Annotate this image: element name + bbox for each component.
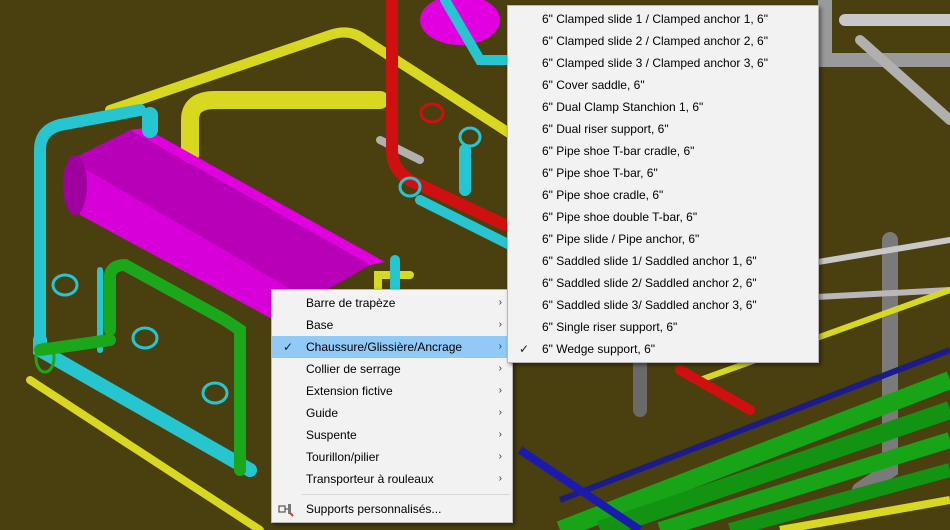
submenu-item[interactable]: 6" Pipe shoe T-bar cradle, 6"	[508, 140, 818, 162]
menu-item-tourillon-pilier[interactable]: Tourillon/pilier ›	[272, 446, 512, 468]
submenu-item-label: 6" Pipe shoe cradle, 6"	[542, 188, 664, 202]
support-type-context-menu: Barre de trapèze › Base › ✓ Chaussure/Gliss…	[271, 289, 513, 523]
submenu-item[interactable]: 6" Pipe shoe cradle, 6"	[508, 184, 818, 206]
menu-item-label: Guide	[306, 406, 339, 420]
menu-item-transporteur-a-rouleaux[interactable]: Transporteur à rouleaux ›	[272, 468, 512, 490]
menu-item-label: Chaussure/Glissière/Ancrage	[306, 340, 463, 354]
menu-item-label: Supports personnalisés...	[306, 502, 442, 516]
menu-item-chaussure-glissiere-ancrage[interactable]: ✓ Chaussure/Glissière/Ancrage ›	[272, 336, 512, 358]
submenu-item[interactable]: 6" Cover saddle, 6"	[508, 74, 818, 96]
menu-item-supports-personnalises[interactable]: Supports personnalisés...	[272, 498, 512, 520]
submenu-item[interactable]: 6" Dual Clamp Stanchion 1, 6"	[508, 96, 818, 118]
menu-separator	[302, 494, 510, 495]
chevron-right-icon: ›	[498, 429, 502, 440]
submenu-item[interactable]: 6" Clamped slide 2 / Clamped anchor 2, 6…	[508, 30, 818, 52]
submenu-item[interactable]: 6" Saddled slide 1/ Saddled anchor 1, 6"	[508, 250, 818, 272]
chevron-right-icon: ›	[498, 385, 502, 396]
menu-item-base[interactable]: Base ›	[272, 314, 512, 336]
submenu-item[interactable]: 6" Saddled slide 3/ Saddled anchor 3, 6"	[508, 294, 818, 316]
menu-item-collier-de-serrage[interactable]: Collier de serrage ›	[272, 358, 512, 380]
submenu-item-label: 6" Dual Clamp Stanchion 1, 6"	[542, 100, 704, 114]
submenu-item-label: 6" Saddled slide 3/ Saddled anchor 3, 6"	[542, 298, 757, 312]
menu-item-label: Transporteur à rouleaux	[306, 472, 434, 486]
menu-item-label: Barre de trapèze	[306, 296, 396, 310]
submenu-item-label: 6" Clamped slide 1 / Clamped anchor 1, 6…	[542, 12, 768, 26]
submenu-item-label: 6" Saddled slide 1/ Saddled anchor 1, 6"	[542, 254, 757, 268]
chevron-right-icon: ›	[498, 451, 502, 462]
submenu-item[interactable]: 6" Clamped slide 3 / Clamped anchor 3, 6…	[508, 52, 818, 74]
menu-item-label: Collier de serrage	[306, 362, 401, 376]
submenu-item-label: 6" Pipe shoe double T-bar, 6"	[542, 210, 698, 224]
check-mark-icon: ✓	[282, 340, 294, 354]
submenu-item[interactable]: 6" Clamped slide 1 / Clamped anchor 1, 6…	[508, 8, 818, 30]
submenu-item-label: 6" Pipe shoe T-bar cradle, 6"	[542, 144, 695, 158]
submenu-item[interactable]: 6" Saddled slide 2/ Saddled anchor 2, 6"	[508, 272, 818, 294]
submenu-item-label: 6" Clamped slide 3 / Clamped anchor 3, 6…	[542, 56, 768, 70]
submenu-item[interactable]: 6" Pipe shoe double T-bar, 6"	[508, 206, 818, 228]
chevron-right-icon: ›	[498, 341, 502, 352]
submenu-item[interactable]: 6" Pipe slide / Pipe anchor, 6"	[508, 228, 818, 250]
submenu-item-wedge-support[interactable]: ✓ 6" Wedge support, 6"	[508, 338, 818, 360]
submenu-item-label: 6" Clamped slide 2 / Clamped anchor 2, 6…	[542, 34, 768, 48]
chevron-right-icon: ›	[498, 407, 502, 418]
chevron-right-icon: ›	[498, 363, 502, 374]
submenu-item[interactable]: 6" Dual riser support, 6"	[508, 118, 818, 140]
submenu-item-label: 6" Pipe slide / Pipe anchor, 6"	[542, 232, 700, 246]
menu-item-label: Suspente	[306, 428, 357, 442]
menu-item-extension-fictive[interactable]: Extension fictive ›	[272, 380, 512, 402]
submenu-item-label: 6" Pipe shoe T-bar, 6"	[542, 166, 658, 180]
menu-item-guide[interactable]: Guide ›	[272, 402, 512, 424]
submenu-item-label: 6" Saddled slide 2/ Saddled anchor 2, 6"	[542, 276, 757, 290]
submenu-item-label: 6" Single riser support, 6"	[542, 320, 678, 334]
submenu-item-label: 6" Wedge support, 6"	[542, 342, 656, 356]
chevron-right-icon: ›	[498, 473, 502, 484]
menu-item-barre-de-trapeze[interactable]: Barre de trapèze ›	[272, 292, 512, 314]
menu-item-suspente[interactable]: Suspente ›	[272, 424, 512, 446]
custom-supports-icon	[278, 504, 294, 517]
check-mark-icon: ✓	[518, 342, 530, 356]
menu-item-label: Tourillon/pilier	[306, 450, 380, 464]
chevron-right-icon: ›	[498, 297, 502, 308]
submenu-item-label: 6" Dual riser support, 6"	[542, 122, 669, 136]
submenu-item[interactable]: 6" Single riser support, 6"	[508, 316, 818, 338]
shoe-slide-anchor-submenu: 6" Clamped slide 1 / Clamped anchor 1, 6…	[507, 5, 819, 363]
chevron-right-icon: ›	[498, 319, 502, 330]
submenu-item[interactable]: 6" Pipe shoe T-bar, 6"	[508, 162, 818, 184]
menu-item-label: Extension fictive	[306, 384, 393, 398]
submenu-item-label: 6" Cover saddle, 6"	[542, 78, 645, 92]
menu-item-label: Base	[306, 318, 334, 332]
